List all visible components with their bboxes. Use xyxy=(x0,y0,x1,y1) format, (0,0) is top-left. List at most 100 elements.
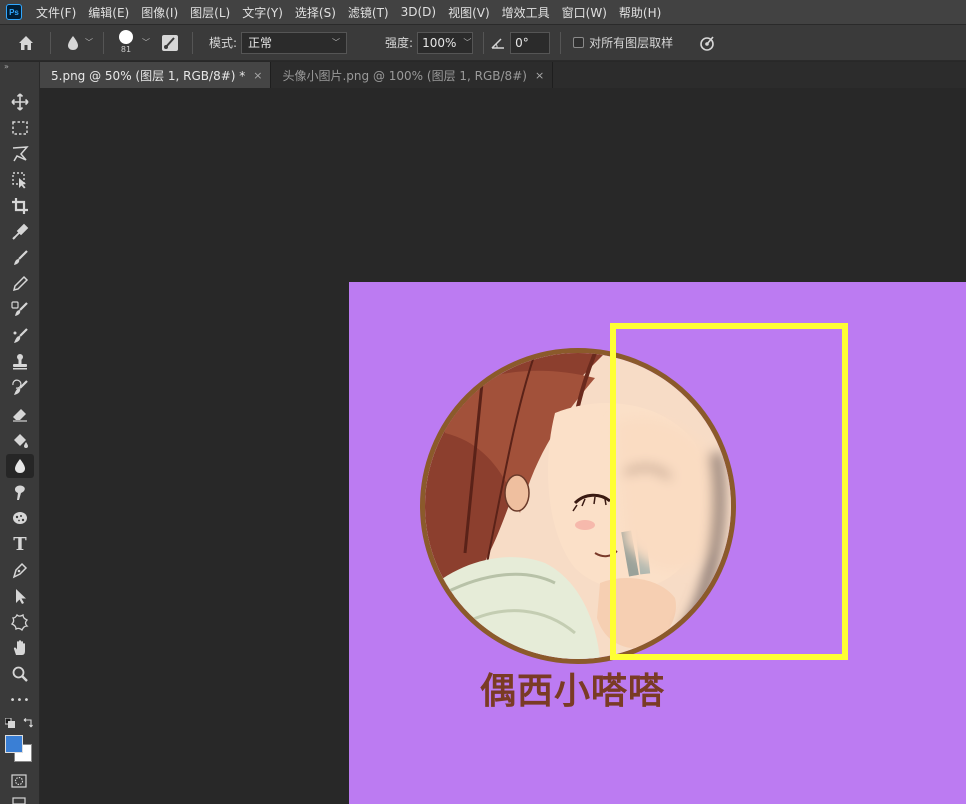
crop-tool-icon xyxy=(12,198,28,214)
pen-tool[interactable] xyxy=(6,558,34,582)
blur-tool-icon xyxy=(15,459,25,473)
zoom-tool[interactable] xyxy=(6,662,34,686)
document-canvas[interactable]: 偶西小嗒嗒 xyxy=(349,282,966,804)
menu-filter[interactable]: 滤镜(T) xyxy=(342,4,395,21)
collapse-panel-icon[interactable]: » xyxy=(0,62,39,72)
menu-select[interactable]: 选择(S) xyxy=(289,4,342,21)
angle-input[interactable]: 0° xyxy=(510,31,551,54)
angle-icon xyxy=(491,37,505,49)
chevron-down-icon: ﹀ xyxy=(332,38,341,47)
quick-mask-icon[interactable] xyxy=(11,774,27,788)
more-tools-button[interactable]: ••• xyxy=(6,688,34,712)
angle-icon-wrap xyxy=(490,31,506,55)
sample-all-layers-label[interactable]: 对所有图层取样 xyxy=(589,34,673,51)
smudge-tool-icon xyxy=(14,485,25,500)
photoshop-window: Ps 文件(F) 编辑(E) 图像(I) 图层(L) 文字(Y) 选择(S) 滤… xyxy=(0,0,966,804)
pressure-icon xyxy=(700,35,714,51)
strength-label: 强度: xyxy=(385,36,414,50)
screen-mode-icon[interactable] xyxy=(12,797,26,804)
strength-input[interactable]: 100% ﹀ xyxy=(417,31,474,54)
menu-plugins[interactable]: 增效工具 xyxy=(496,4,556,21)
options-bar: ﹀ 81 ﹀ 模式: 正常 ﹀ 强度: 100% ﹀ 0° 对所有图层取样 xyxy=(0,24,966,61)
brush-settings-icon xyxy=(162,34,178,51)
separator xyxy=(103,31,104,54)
hand-tool-icon xyxy=(13,640,25,655)
zoom-tool-icon xyxy=(12,666,28,682)
chevron-down-icon[interactable]: ﹀ xyxy=(85,37,93,48)
eyedropper-tool[interactable] xyxy=(6,220,34,244)
marquee-tool[interactable] xyxy=(6,116,34,140)
brush-size-label: 81 xyxy=(120,44,132,54)
selection-rectangle[interactable] xyxy=(610,323,848,660)
type-tool[interactable]: T xyxy=(6,532,34,556)
hand-tool[interactable] xyxy=(6,636,34,660)
eraser-tool[interactable] xyxy=(6,402,34,426)
chevron-down-icon[interactable]: ﹀ xyxy=(463,37,471,48)
menu-file[interactable]: 文件(F) xyxy=(30,4,82,21)
eraser-tool-icon xyxy=(13,409,27,422)
mixer-brush-tool[interactable] xyxy=(6,324,34,348)
separator xyxy=(192,31,193,54)
menu-3d[interactable]: 3D(D) xyxy=(395,5,442,19)
pressure-button[interactable] xyxy=(695,31,719,55)
foreground-color-swatch[interactable] xyxy=(5,735,23,753)
brush-tip-icon xyxy=(119,29,133,44)
canvas-workspace[interactable]: 偶西小嗒嗒 xyxy=(40,88,966,804)
custom-shape-tool[interactable] xyxy=(6,610,34,634)
brush-settings-button[interactable] xyxy=(158,31,182,55)
more-tools-icon: ••• xyxy=(9,694,31,706)
crop-tool[interactable] xyxy=(6,194,34,218)
object-select-tool-icon xyxy=(12,172,26,189)
healing-brush-tool[interactable] xyxy=(6,298,34,322)
lasso-tool[interactable] xyxy=(6,142,34,166)
chevron-down-icon[interactable]: ﹀ xyxy=(142,37,150,48)
brush-tool-icon xyxy=(14,250,28,265)
pencil-tool-icon xyxy=(12,275,29,292)
blur-tool[interactable] xyxy=(6,454,34,478)
history-brush-tool[interactable] xyxy=(6,376,34,400)
separator xyxy=(483,31,485,54)
clone-stamp-tool-icon xyxy=(13,354,27,370)
sponge-tool-icon xyxy=(13,512,27,524)
mode-select[interactable]: 正常 ﹀ xyxy=(241,31,348,54)
blur-drop-icon xyxy=(68,35,78,50)
menu-help[interactable]: 帮助(H) xyxy=(613,4,667,21)
strength-value: 100% xyxy=(422,35,457,50)
paint-bucket-tool[interactable] xyxy=(6,428,34,452)
tab-document-1[interactable]: 5.png @ 50% (图层 1, RGB/8#) * × xyxy=(40,62,272,88)
marquee-tool-icon xyxy=(12,121,28,135)
tab-document-2[interactable]: 头像小图片.png @ 100% (图层 1, RGB/8#) × xyxy=(271,62,554,88)
paint-bucket-tool-icon xyxy=(14,434,28,448)
default-colors-icon[interactable] xyxy=(5,718,15,728)
sample-all-layers-checkbox[interactable] xyxy=(573,37,585,48)
path-select-tool-icon xyxy=(16,589,26,604)
home-button[interactable] xyxy=(14,31,38,55)
menu-view[interactable]: 视图(V) xyxy=(442,4,496,21)
clone-stamp-tool[interactable] xyxy=(6,350,34,374)
move-tool-icon xyxy=(11,93,29,111)
separator xyxy=(560,31,562,54)
menu-layer[interactable]: 图层(L) xyxy=(184,4,236,21)
path-select-tool[interactable] xyxy=(6,584,34,608)
menu-image[interactable]: 图像(I) xyxy=(135,4,184,21)
menu-type[interactable]: 文字(Y) xyxy=(236,4,289,21)
menu-edit[interactable]: 编辑(E) xyxy=(82,4,135,21)
smudge-tool[interactable] xyxy=(6,480,34,504)
separator xyxy=(50,31,51,54)
sponge-tool[interactable] xyxy=(6,506,34,530)
lasso-tool-icon xyxy=(12,146,29,162)
pen-tool-icon xyxy=(12,562,28,579)
brush-tool[interactable] xyxy=(6,246,34,270)
swap-colors-icon[interactable] xyxy=(22,718,33,729)
menu-window[interactable]: 窗口(W) xyxy=(556,4,613,21)
close-icon[interactable]: × xyxy=(535,69,544,82)
tool-preset-button[interactable] xyxy=(65,31,81,55)
move-tool[interactable] xyxy=(6,90,34,114)
custom-shape-tool-icon xyxy=(11,613,29,631)
object-select-tool[interactable] xyxy=(6,168,34,192)
brush-preset-picker[interactable]: 81 xyxy=(114,28,138,58)
pencil-tool[interactable] xyxy=(6,272,34,296)
mode-value: 正常 xyxy=(248,36,273,50)
close-icon[interactable]: × xyxy=(253,69,262,82)
mixer-brush-tool-icon xyxy=(13,328,28,343)
